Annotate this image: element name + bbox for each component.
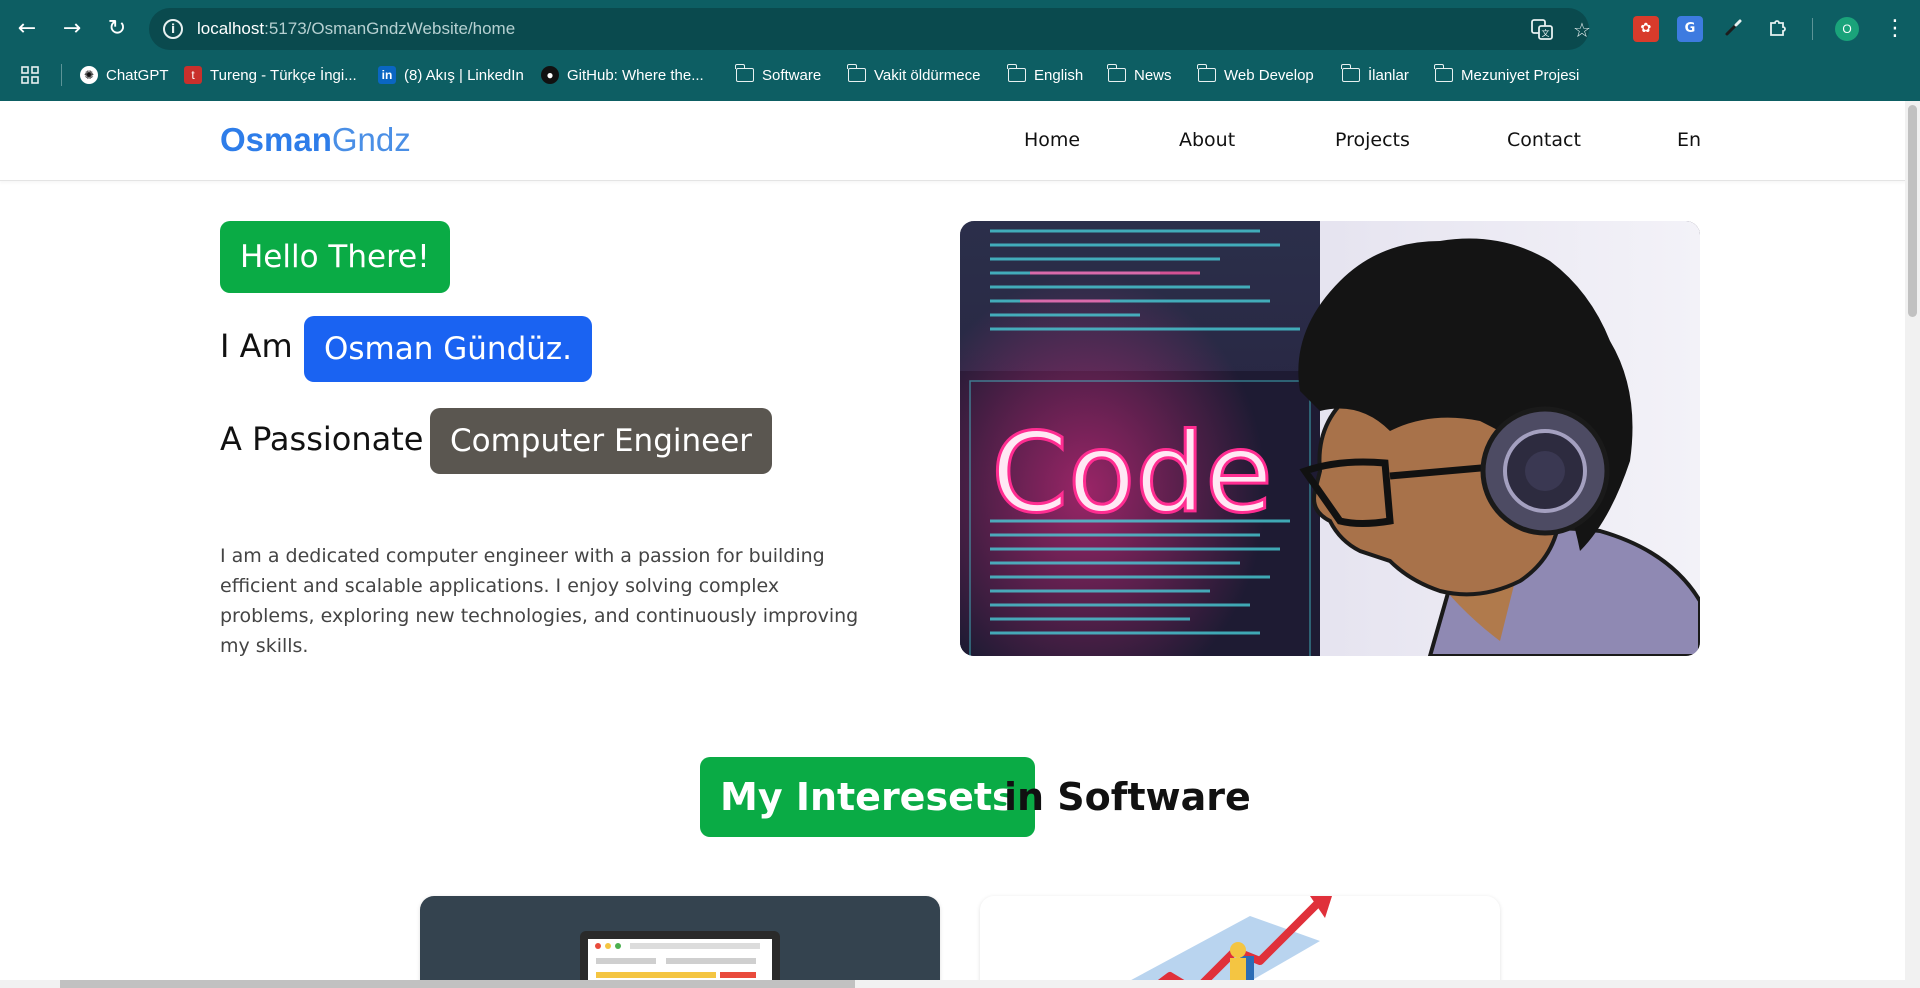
folder-icon — [1007, 64, 1026, 82]
linkedin-icon: in — [378, 66, 396, 84]
bookmark-chatgpt[interactable]: ✺ ChatGPT — [80, 58, 169, 92]
vertical-scroll-thumb[interactable] — [1908, 105, 1917, 317]
star-bookmark-icon[interactable]: ☆ — [1569, 17, 1595, 43]
url-host: localhost — [197, 19, 265, 38]
extensions-puzzle-icon[interactable] — [1765, 16, 1791, 42]
bookmark-separator — [61, 64, 62, 86]
bookmark-folder-software[interactable]: Software — [735, 58, 822, 92]
bookmark-folder-ilanlar[interactable]: İlanlar — [1341, 58, 1409, 92]
logo-part-1: Osman — [220, 121, 332, 158]
bookmark-folder-english[interactable]: English — [1007, 58, 1084, 92]
profile-avatar[interactable]: O — [1835, 17, 1859, 41]
horizontal-scrollbar[interactable] — [0, 980, 1905, 988]
role-badge: Computer Engineer — [430, 408, 773, 474]
bookmark-folder-news[interactable]: News — [1107, 58, 1172, 92]
interests-heading-rest: in Software — [1004, 775, 1251, 819]
bookmark-label: (8) Akış | LinkedIn — [404, 66, 524, 84]
bookmark-label: News — [1134, 66, 1172, 84]
web-page: OsmanGndz Home About Projects Contact En… — [0, 101, 1920, 988]
bookmark-label: ChatGPT — [106, 66, 169, 84]
data-growth-illustration — [1120, 896, 1332, 988]
nav-projects[interactable]: Projects — [1335, 129, 1410, 151]
interests-highlight-badge: My Interesets — [700, 757, 1035, 837]
hero-description: I am a dedicated computer engineer with … — [220, 545, 859, 657]
url-text[interactable]: localhost:5173/OsmanGndzWebsite/home — [197, 19, 515, 39]
reload-icon[interactable]: ↻ — [102, 14, 132, 44]
nav-contact[interactable]: Contact — [1507, 129, 1581, 151]
bookmark-folder-mezuniyet[interactable]: Mezuniyet Projesi — [1434, 58, 1580, 92]
bookmark-label: Vakit öldürmece — [874, 66, 981, 84]
interest-card-data[interactable] — [980, 896, 1500, 988]
interest-card-web[interactable] — [420, 896, 940, 988]
bookmark-label: English — [1034, 66, 1084, 84]
bookmark-label: Tureng - Türkçe İngi... — [210, 66, 357, 84]
greeting-badge: Hello There! — [220, 221, 450, 293]
name-badge: Osman Gündüz. — [304, 316, 593, 382]
back-icon[interactable]: ← — [12, 14, 42, 44]
bookmark-tureng[interactable]: t Tureng - Türkçe İngi... — [184, 58, 357, 92]
bookmark-folder-webdevelop[interactable]: Web Develop — [1197, 58, 1314, 92]
bookmark-label: İlanlar — [1368, 66, 1409, 84]
site-navbar: OsmanGndz Home About Projects Contact En — [0, 101, 1920, 181]
browser-toolbar: ← → ↻ i localhost:5173/OsmanGndzWebsite/… — [0, 0, 1920, 58]
vertical-scrollbar[interactable] — [1905, 101, 1920, 988]
horizontal-scroll-thumb[interactable] — [60, 980, 855, 988]
extension-icon[interactable]: ✿ — [1633, 16, 1659, 42]
site-info-icon[interactable]: i — [163, 19, 183, 39]
language-toggle[interactable]: En — [1677, 129, 1701, 151]
web-dev-illustration — [580, 931, 780, 988]
folder-icon — [847, 64, 866, 82]
hero-illustration: Code — [960, 221, 1700, 656]
forward-icon[interactable]: → — [57, 14, 87, 44]
hero-image-code-text: Code — [991, 409, 1273, 537]
bookmark-label: Web Develop — [1224, 66, 1314, 84]
bookmark-linkedin[interactable]: in (8) Akış | LinkedIn — [378, 58, 524, 92]
folder-icon — [1341, 64, 1360, 82]
address-bar[interactable]: i localhost:5173/OsmanGndzWebsite/home 文… — [149, 8, 1591, 50]
nav-about[interactable]: About — [1179, 129, 1235, 151]
tureng-icon: t — [184, 66, 202, 84]
toolbar-separator — [1812, 18, 1813, 40]
bookmark-label: GitHub: Where the... — [567, 66, 704, 84]
apps-grid-icon[interactable] — [20, 58, 40, 92]
svg-text:文: 文 — [1542, 28, 1550, 38]
nav-home[interactable]: Home — [1024, 129, 1080, 151]
bookmarks-bar: ✺ ChatGPT t Tureng - Türkçe İngi... in (8) … — [0, 58, 1920, 101]
chatgpt-icon: ✺ — [80, 66, 98, 84]
i-am-text: I Am — [220, 327, 293, 365]
translate-icon[interactable]: 文 — [1529, 17, 1555, 43]
google-translate-extension-icon[interactable]: G — [1677, 16, 1703, 42]
a-passionate-text: A Passionate — [220, 420, 424, 458]
browser-menu-icon[interactable]: ⋮ — [1884, 14, 1906, 44]
folder-icon — [1434, 64, 1453, 82]
bookmark-github[interactable]: ● GitHub: Where the... — [541, 58, 704, 92]
bookmark-label: Mezuniyet Projesi — [1461, 66, 1580, 84]
github-icon: ● — [541, 66, 559, 84]
logo-part-2: Gndz — [331, 121, 411, 158]
folder-icon — [1107, 64, 1126, 82]
folder-icon — [1197, 64, 1216, 82]
bookmark-label: Software — [762, 66, 822, 84]
url-path: :5173/OsmanGndzWebsite/home — [264, 19, 516, 38]
folder-icon — [735, 64, 754, 82]
bookmark-folder-vakit[interactable]: Vakit öldürmece — [847, 58, 981, 92]
color-picker-icon[interactable] — [1721, 16, 1747, 42]
site-logo[interactable]: OsmanGndz — [220, 121, 411, 159]
browser-chrome: ← → ↻ i localhost:5173/OsmanGndzWebsite/… — [0, 0, 1920, 101]
